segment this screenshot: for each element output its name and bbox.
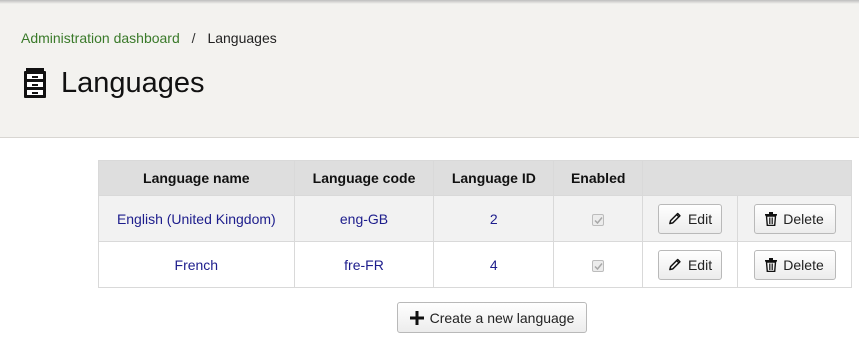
enabled-checkbox [592, 213, 605, 226]
edit-cell: Edit [642, 195, 739, 242]
check-icon [594, 262, 603, 270]
page-header: Administration dashboard / Languages Lan… [0, 0, 859, 138]
pencil-icon [669, 258, 681, 271]
check-icon [594, 216, 603, 224]
edit-cell: Edit [642, 241, 739, 288]
breadcrumb-separator: / [191, 30, 196, 46]
top-shadow [0, 0, 859, 4]
trash-icon [765, 257, 778, 272]
language-id-cell: 2 [433, 195, 555, 242]
languages-table: Language name Language code Language ID … [98, 160, 852, 288]
edit-button[interactable]: Edit [658, 203, 723, 234]
edit-button-label: Edit [687, 210, 713, 227]
page-title: Languages [23, 64, 205, 102]
create-language-label: Create a new language [429, 309, 575, 326]
page-title-text: Languages [61, 67, 205, 99]
cabinet-icon [24, 68, 46, 98]
breadcrumb: Administration dashboard / Languages [21, 30, 277, 46]
pencil-icon [669, 212, 681, 225]
create-language-button[interactable]: Create a new language [397, 302, 587, 333]
column-header-language-name: Language name [98, 160, 295, 196]
language-code-cell: eng-GB [293, 195, 435, 242]
delete-button-label: Delete [783, 210, 824, 227]
column-header-language-id: Language ID [433, 160, 555, 196]
plus-icon [409, 310, 424, 325]
language-id-cell: 4 [433, 241, 555, 288]
edit-button-label: Edit [687, 256, 713, 273]
column-header-actions [642, 160, 852, 196]
language-code-cell: fre-FR [293, 241, 435, 288]
table-row: English (United Kingdom) eng-GB 2 Edit D… [98, 195, 852, 242]
delete-button[interactable]: Delete [753, 249, 836, 280]
enabled-checkbox [592, 259, 605, 272]
breadcrumb-current: Languages [207, 30, 277, 46]
delete-cell: Delete [737, 195, 852, 242]
enabled-cell [553, 195, 644, 242]
table-header-row: Language name Language code Language ID … [98, 160, 852, 196]
column-header-enabled: Enabled [553, 160, 644, 196]
delete-button-label: Delete [783, 256, 824, 273]
trash-icon [765, 211, 778, 226]
edit-button[interactable]: Edit [658, 249, 723, 280]
table-row: French fre-FR 4 Edit Delete [98, 241, 852, 288]
delete-button[interactable]: Delete [753, 203, 836, 234]
breadcrumb-admin-dashboard-link[interactable]: Administration dashboard [21, 30, 180, 46]
language-name-cell: French [98, 241, 295, 288]
language-name-cell: English (United Kingdom) [98, 195, 295, 242]
delete-cell: Delete [737, 241, 852, 288]
column-header-language-code: Language code [293, 160, 435, 196]
enabled-cell [553, 241, 644, 288]
